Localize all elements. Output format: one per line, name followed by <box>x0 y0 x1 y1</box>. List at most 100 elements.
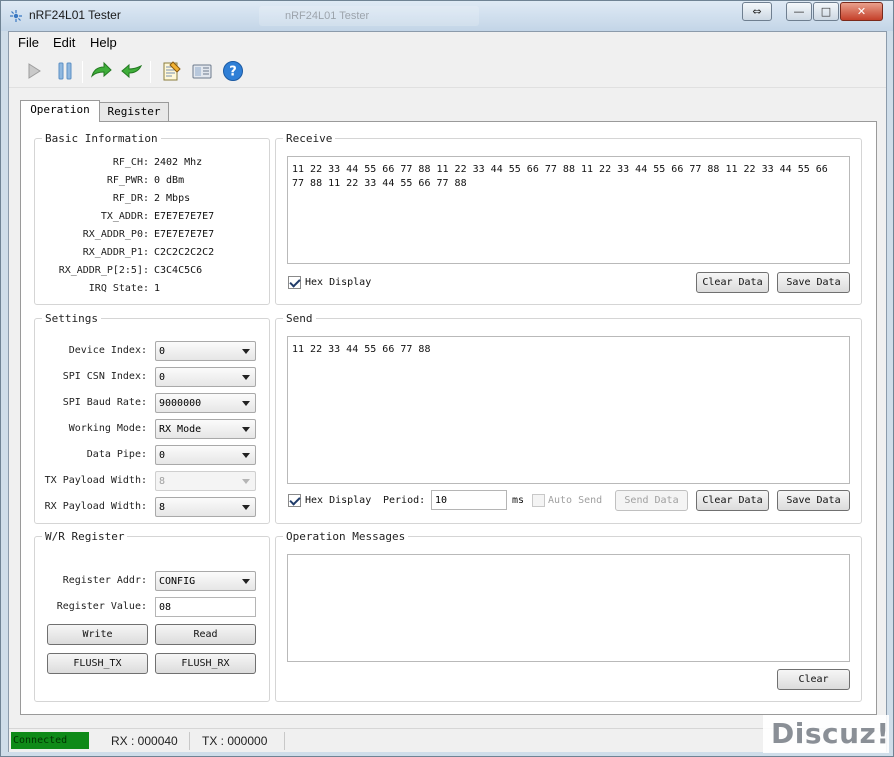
rx-payload-width-label: RX Payload Width: <box>44 501 147 512</box>
status-bar: Connected RX : 000040 TX : 000000 <box>9 728 886 752</box>
write-button[interactable]: Write <box>47 624 148 645</box>
tab-register[interactable]: Register <box>99 102 169 122</box>
messages-clear-button[interactable]: Clear <box>777 669 850 690</box>
irq-state-value: 1 <box>154 283 161 294</box>
toolbar: ? <box>9 54 886 88</box>
operation-tab-page: Basic Information RF_CH: 2402 Mhz RF_PWR… <box>20 121 877 715</box>
device-index-label: Device Index: <box>68 345 147 356</box>
app-logo-icon <box>10 10 22 22</box>
register-value-label: Register Value: <box>56 601 147 612</box>
menu-file[interactable]: File <box>18 35 39 50</box>
send-data-button[interactable]: Send Data <box>615 490 688 511</box>
spi-baud-rate-label: SPI Baud Rate: <box>62 397 147 408</box>
forward-arrow-icon[interactable] <box>90 60 112 82</box>
calculator-icon[interactable] <box>191 60 213 82</box>
irq-state-label: IRQ State: <box>88 283 149 294</box>
toolbar-separator <box>150 61 151 83</box>
rx-addr-p2-5-label: RX_ADDR_P[2:5]: <box>58 265 149 276</box>
window-title: nRF24L01 Tester <box>29 8 121 22</box>
period-input[interactable]: 10 <box>431 490 507 510</box>
back-arrow-icon[interactable] <box>121 60 143 82</box>
play-icon[interactable] <box>23 60 45 82</box>
receive-save-data-button[interactable]: Save Data <box>777 272 850 293</box>
send-title: Send <box>283 312 316 325</box>
rx-addr-p1-label: RX_ADDR_P1: <box>82 247 149 258</box>
close-button[interactable]: ✕ <box>840 2 883 21</box>
rf-dr-label: RF_DR: <box>112 193 149 204</box>
send-clear-data-button[interactable]: Clear Data <box>696 490 769 511</box>
flush-tx-button[interactable]: FLUSH_TX <box>47 653 148 674</box>
send-data-textarea[interactable]: 11 22 33 44 55 66 77 88 <box>287 336 850 484</box>
basic-information-title: Basic Information <box>42 132 161 145</box>
rf-pwr-value: 0 dBm <box>154 175 185 186</box>
tx-counter: TX : 000000 <box>202 734 268 748</box>
register-addr-select[interactable]: CONFIG <box>155 571 256 591</box>
chevron-down-icon <box>242 375 250 380</box>
auto-send-label: Auto Send <box>548 495 603 506</box>
rf-dr-value: 2 Mbps <box>154 193 191 204</box>
tx-payload-width-label: TX Payload Width: <box>44 475 147 486</box>
send-group: Send 11 22 33 44 55 66 77 88 Hex Display… <box>275 312 862 524</box>
discuz-watermark: Discuz! <box>763 715 889 753</box>
status-separator <box>284 732 285 750</box>
chevron-down-icon <box>242 579 250 584</box>
receive-title: Receive <box>283 132 336 145</box>
rx-addr-p1-value: C2C2C2C2C2 <box>154 247 215 258</box>
tab-operation[interactable]: Operation <box>20 100 100 122</box>
chevron-down-icon <box>242 453 250 458</box>
operation-messages-textarea[interactable] <box>287 554 850 662</box>
data-pipe-label: Data Pipe: <box>86 449 147 460</box>
app-window: nRF24L01 Tester nRF24L01 Tester ⇔ — □ ✕ … <box>0 0 894 757</box>
tx-addr-value: E7E7E7E7E7 <box>154 211 215 222</box>
minimize-button[interactable]: — <box>786 2 812 21</box>
data-pipe-select[interactable]: 0 <box>155 445 256 465</box>
chevron-down-icon <box>242 349 250 354</box>
chevron-down-icon <box>242 479 250 484</box>
settings-group: Settings Device Index: 0 SPI CSN Index: … <box>34 312 270 524</box>
notepad-icon[interactable] <box>160 60 182 82</box>
spi-csn-index-label: SPI CSN Index: <box>62 371 147 382</box>
working-mode-select[interactable]: RX Mode <box>155 419 256 439</box>
rf-ch-value: 2402 Mhz <box>154 157 203 168</box>
pause-icon[interactable] <box>54 60 76 82</box>
read-button[interactable]: Read <box>155 624 256 645</box>
device-index-select[interactable]: 0 <box>155 341 256 361</box>
tx-addr-label: TX_ADDR: <box>100 211 149 222</box>
title-bar[interactable]: nRF24L01 Tester nRF24L01 Tester ⇔ — □ ✕ <box>1 1 893 31</box>
send-hex-display-label: Hex Display <box>305 495 372 506</box>
receive-data-textarea[interactable]: 11 22 33 44 55 66 77 88 11 22 33 44 55 6… <box>287 156 850 264</box>
spi-csn-index-select[interactable]: 0 <box>155 367 256 387</box>
receive-hex-display-label: Hex Display <box>305 277 372 288</box>
register-value-input[interactable]: 08 <box>155 597 256 617</box>
period-unit: ms <box>512 495 525 506</box>
flush-rx-button[interactable]: FLUSH_RX <box>155 653 256 674</box>
receive-hex-display-checkbox[interactable] <box>288 276 301 289</box>
auto-send-checkbox[interactable] <box>532 494 545 507</box>
client-area: File Edit Help ? Operation Register Basi… <box>8 31 887 752</box>
chevron-down-icon <box>242 427 250 432</box>
send-save-data-button[interactable]: Save Data <box>777 490 850 511</box>
settings-title: Settings <box>42 312 101 325</box>
help-icon[interactable]: ? <box>222 60 244 82</box>
receive-clear-data-button[interactable]: Clear Data <box>696 272 769 293</box>
tx-payload-width-select: 8 <box>155 471 256 491</box>
connection-status: Connected <box>11 732 89 749</box>
menu-edit[interactable]: Edit <box>53 35 75 50</box>
spi-baud-rate-select[interactable]: 9000000 <box>155 393 256 413</box>
rf-ch-label: RF_CH: <box>112 157 149 168</box>
background-window-title: nRF24L01 Tester <box>259 6 479 26</box>
menu-help[interactable]: Help <box>90 35 117 50</box>
status-separator <box>189 732 190 750</box>
chevron-down-icon <box>242 505 250 510</box>
svg-text:?: ? <box>229 65 237 80</box>
restore-window-button[interactable]: ⇔ <box>742 2 772 21</box>
working-mode-label: Working Mode: <box>68 423 147 434</box>
register-addr-label: Register Addr: <box>62 575 147 586</box>
wr-register-title: W/R Register <box>42 530 128 543</box>
receive-group: Receive 11 22 33 44 55 66 77 88 11 22 33… <box>275 132 862 305</box>
maximize-button[interactable]: □ <box>813 2 839 21</box>
send-hex-display-checkbox[interactable] <box>288 494 301 507</box>
rx-addr-p0-label: RX_ADDR_P0: <box>82 229 149 240</box>
rx-payload-width-select[interactable]: 8 <box>155 497 256 517</box>
rx-addr-p2-5-value: C3C4C5C6 <box>154 265 203 276</box>
